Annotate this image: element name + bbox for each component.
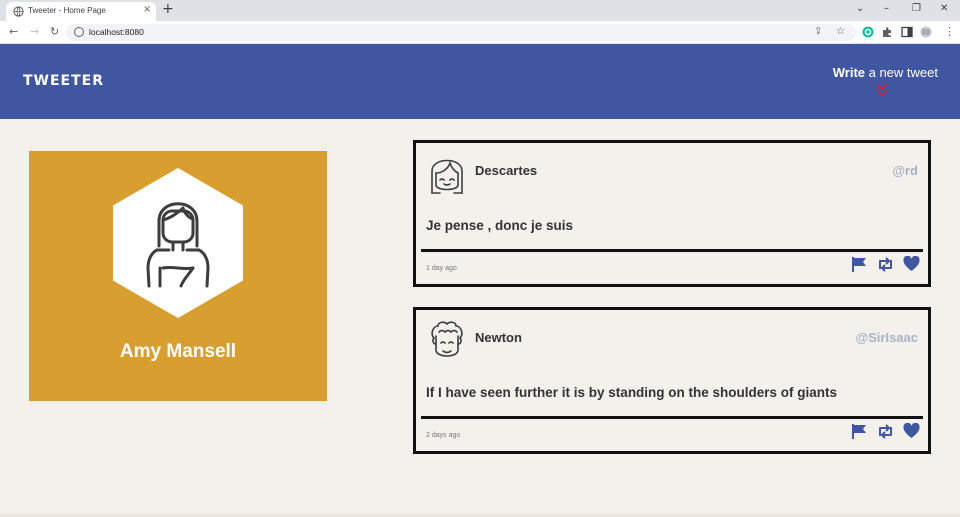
reload-icon[interactable]: ↻ (50, 25, 59, 38)
brand-logo[interactable]: TWEETER (23, 73, 104, 89)
heart-icon[interactable] (903, 256, 920, 273)
back-icon[interactable]: ← (9, 25, 18, 38)
tweet-divider (421, 416, 923, 419)
minimize-icon[interactable]: – (884, 3, 889, 14)
tweet-avatar (431, 159, 463, 194)
forward-icon[interactable]: → (30, 25, 39, 38)
side-panel-icon[interactable] (901, 26, 913, 38)
tab-title: Tweeter - Home Page (28, 6, 106, 15)
tweet-author-handle: @rd (892, 163, 918, 178)
restore-icon[interactable]: ❐ (912, 3, 921, 14)
tweet-actions (851, 256, 920, 273)
retweet-icon[interactable] (876, 256, 895, 273)
extensions-puzzle-icon[interactable] (881, 26, 893, 38)
tweet-card: Descartes @rd Je pense , donc je suis 1 … (413, 140, 931, 287)
site-info-icon[interactable] (74, 27, 84, 37)
write-bold-text: Write (832, 65, 865, 80)
browser-toolbar: ← → ↻ localhost:8080 ⇪ ☆ ⋮ (0, 21, 960, 44)
double-chevron-down-icon[interactable] (876, 83, 888, 97)
tweet-text: Je pense , donc je suis (426, 218, 574, 233)
tweet-author-name: Newton (475, 330, 522, 345)
globe-icon (13, 6, 24, 17)
retweet-icon[interactable] (876, 423, 895, 440)
tweet-card: Newton @SirIsaac If I have seen further … (413, 307, 931, 454)
new-tab-button[interactable]: + (162, 1, 174, 17)
tweet-actions (851, 423, 920, 440)
close-window-icon[interactable]: ✕ (940, 3, 948, 14)
heart-icon[interactable] (903, 423, 920, 440)
tweet-avatar (431, 321, 463, 357)
flag-icon[interactable] (851, 423, 868, 440)
tweet-timestamp: 1 day ago (426, 265, 457, 272)
browser-tab-bar: Tweeter - Home Page × + ⌄ – ❐ ✕ (0, 0, 960, 21)
tweet-timestamp: 2 days ago (426, 432, 461, 439)
browser-tab[interactable]: Tweeter - Home Page × (6, 2, 156, 21)
tweet-divider (421, 249, 923, 252)
grammarly-icon[interactable] (862, 26, 874, 38)
write-tweet-link[interactable]: Write a new tweet (833, 65, 938, 80)
flag-icon[interactable] (851, 256, 868, 273)
app-navbar: TWEETER Write a new tweet (0, 44, 960, 119)
share-icon[interactable]: ⇪ (814, 26, 822, 37)
tweet-author-handle: @SirIsaac (855, 330, 918, 345)
tab-close-icon[interactable]: × (143, 4, 151, 15)
profile-avatar-icon[interactable] (920, 26, 932, 38)
profile-name: Amy Mansell (119, 341, 237, 362)
url-text: localhost:8080 (89, 27, 144, 37)
browser-menu-icon[interactable]: ⋮ (944, 25, 955, 38)
profile-avatar (113, 168, 243, 318)
tweet-author-name: Descartes (475, 163, 538, 178)
tweet-text: If I have seen further it is by standing… (426, 385, 838, 400)
tab-search-icon[interactable]: ⌄ (856, 3, 864, 14)
profile-card: Amy Mansell (29, 151, 327, 401)
bookmark-star-icon[interactable]: ☆ (836, 26, 845, 37)
write-rest-text: a new tweet (865, 65, 938, 80)
address-bar[interactable]: localhost:8080 ⇪ ☆ (66, 24, 856, 41)
